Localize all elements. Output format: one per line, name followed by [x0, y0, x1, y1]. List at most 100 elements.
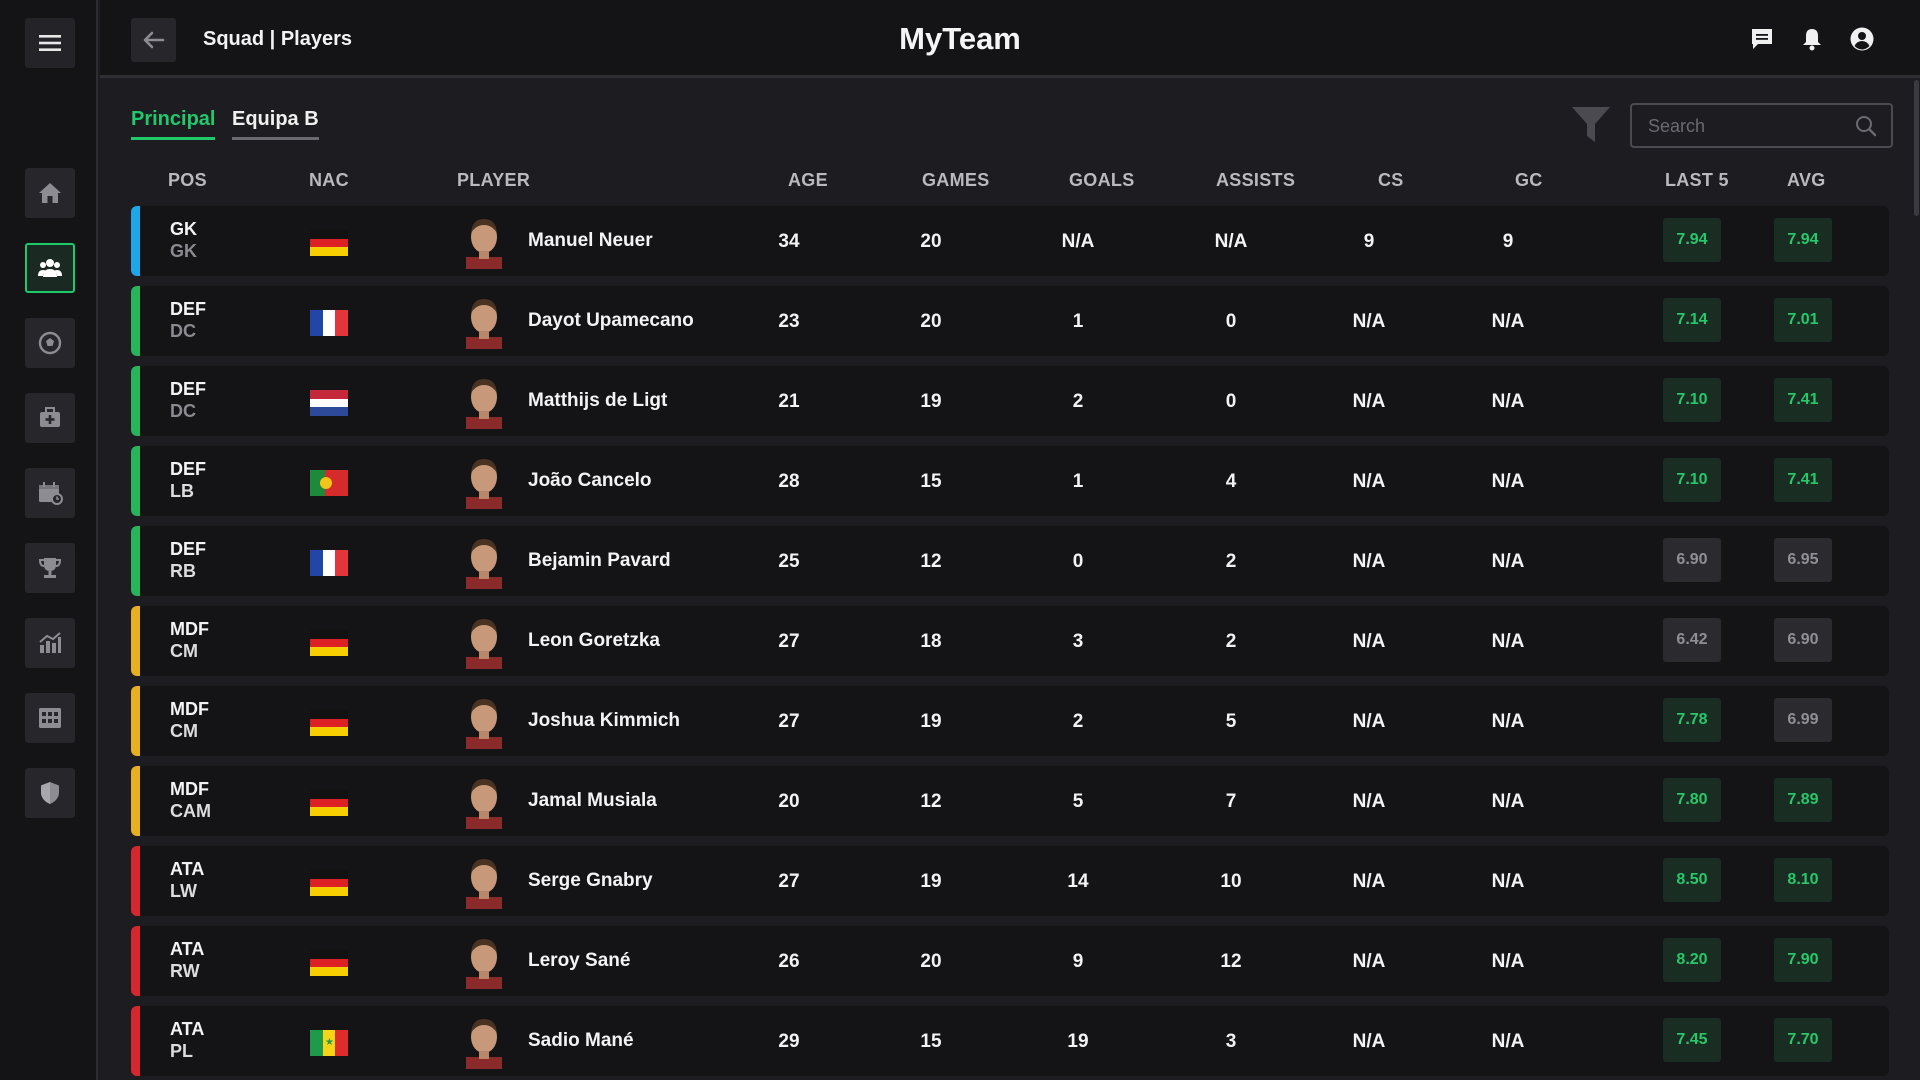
- cs-cell: N/A: [1352, 951, 1386, 972]
- position-group: MDF: [170, 699, 209, 719]
- player-name[interactable]: Matthijs de Ligt: [528, 390, 667, 412]
- germany-flag-icon: [310, 790, 348, 816]
- gc-cell: 9: [1502, 231, 1514, 252]
- avg-rating-badge: 8.10: [1774, 858, 1832, 902]
- age-cell: 27: [778, 711, 800, 732]
- sidebar-item-grid[interactable]: [25, 693, 75, 743]
- notifications-button[interactable]: [1797, 24, 1827, 54]
- table-row[interactable]: MDF CM Joshua Kimmich 27 19 2 5 N/A N/A 7.78 6.99: [131, 686, 1889, 756]
- player-avatar: [462, 853, 506, 909]
- last5-rating-badge: 7.94: [1663, 218, 1721, 262]
- player-name[interactable]: Serge Gnabry: [528, 870, 653, 892]
- column-header-age[interactable]: AGE: [788, 170, 828, 191]
- age-cell: 23: [778, 311, 800, 332]
- age-cell: 26: [778, 951, 800, 972]
- table-row[interactable]: MDF CM Leon Goretzka 27 18 3 2 N/A N/A 6.42 6.90: [131, 606, 1889, 676]
- search-icon[interactable]: [1855, 115, 1877, 137]
- column-header-player[interactable]: PLAYER: [457, 170, 530, 191]
- france-flag-icon: [310, 310, 348, 336]
- column-header-games[interactable]: GAMES: [922, 170, 990, 191]
- column-header-cs[interactable]: CS: [1378, 170, 1404, 191]
- position-color-bar: [131, 206, 140, 276]
- gc-cell: N/A: [1491, 311, 1525, 332]
- player-name[interactable]: Joshua Kimmich: [528, 710, 680, 732]
- sidebar-item-medical[interactable]: [25, 393, 75, 443]
- gc-cell: N/A: [1491, 951, 1525, 972]
- position-color-bar: [131, 286, 140, 356]
- player-name[interactable]: Leroy Sané: [528, 950, 630, 972]
- player-name[interactable]: Dayot Upamecano: [528, 310, 694, 332]
- sidebar-item-club[interactable]: [25, 768, 75, 818]
- player-name[interactable]: João Cancelo: [528, 470, 652, 492]
- position-group: GK: [170, 219, 197, 239]
- table-row[interactable]: DEF LB João Cancelo 28 15 1 4 N/A N/A 7.10 7.41: [131, 446, 1889, 516]
- column-header-avg[interactable]: AVG: [1787, 170, 1826, 191]
- tab-principal[interactable]: Principal: [131, 108, 216, 140]
- sidebar-item-home[interactable]: [25, 168, 75, 218]
- column-header-pos[interactable]: POS: [168, 170, 207, 191]
- age-cell: 34: [778, 231, 800, 252]
- portugal-flag-icon: [310, 470, 348, 496]
- table-row[interactable]: ATA LW Serge Gnabry 27 19 14 10 N/A N/A 8.50 8.10: [131, 846, 1889, 916]
- hamburger-menu-button[interactable]: [25, 18, 75, 68]
- scrollbar[interactable]: [1914, 80, 1919, 216]
- player-avatar: [462, 933, 506, 989]
- sidebar-item-calendar[interactable]: [25, 468, 75, 518]
- column-header-last5[interactable]: LAST 5: [1665, 170, 1729, 191]
- position-color-bar: [131, 686, 140, 756]
- player-name[interactable]: Bejamin Pavard: [528, 550, 671, 572]
- avg-rating-badge: 6.90: [1774, 618, 1832, 662]
- sidebar-item-players[interactable]: [25, 243, 75, 293]
- games-cell: 15: [920, 1031, 942, 1052]
- table-header: POS NAC PLAYER AGE GAMES GOALS ASSISTS C…: [131, 170, 1889, 194]
- games-cell: 19: [920, 871, 942, 892]
- sidebar-item-statistics[interactable]: [25, 618, 75, 668]
- hamburger-icon: [39, 35, 61, 51]
- filter-button[interactable]: [1570, 104, 1612, 146]
- player-name[interactable]: Sadio Mané: [528, 1030, 634, 1052]
- player-name[interactable]: Manuel Neuer: [528, 230, 653, 252]
- position-group: MDF: [170, 779, 209, 799]
- table-row[interactable]: DEF RB Bejamin Pavard 25 12 0 2 N/A N/A 6.90 6.95: [131, 526, 1889, 596]
- assists-cell: 2: [1225, 551, 1237, 572]
- goals-cell: 14: [1067, 871, 1089, 892]
- games-cell: 19: [920, 711, 942, 732]
- player-avatar: [462, 693, 506, 749]
- column-header-nac[interactable]: NAC: [309, 170, 349, 191]
- column-header-goals[interactable]: GOALS: [1069, 170, 1135, 191]
- age-cell: 29: [778, 1031, 800, 1052]
- search-input[interactable]: [1648, 115, 1848, 137]
- stats-chart-icon: [39, 632, 61, 653]
- position-group: ATA: [170, 939, 205, 959]
- table-row[interactable]: DEF DC Dayot Upamecano 23 20 1 0 N/A N/A 7.14 7.01: [131, 286, 1889, 356]
- table-row[interactable]: DEF DC Matthijs de Ligt 21 19 2 0 N/A N/A 7.10 7.4…: [131, 366, 1889, 436]
- sidebar-item-matches[interactable]: [25, 318, 75, 368]
- player-name[interactable]: Leon Goretzka: [528, 630, 660, 652]
- table-row[interactable]: GK GK Manuel Neuer 34 20 N/A N/A 9 9 7.94 7.94: [131, 206, 1889, 276]
- table-row[interactable]: ATA RW Leroy Sané 26 20 9 12 N/A N/A 8.20 7.90: [131, 926, 1889, 996]
- profile-button[interactable]: [1847, 24, 1877, 54]
- goals-cell: 0: [1072, 551, 1084, 572]
- games-cell: 12: [920, 551, 942, 572]
- medical-kit-icon: [40, 407, 60, 427]
- column-header-gc[interactable]: GC: [1515, 170, 1543, 191]
- player-name[interactable]: Jamal Musiala: [528, 790, 657, 812]
- table-row[interactable]: ATA PL ★ Sadio Mané 29 15 19 3 N/A N/A 7.45 7.70: [131, 1006, 1889, 1076]
- avg-rating-badge: 7.01: [1774, 298, 1832, 342]
- position-group: DEF: [170, 459, 206, 479]
- column-header-assists[interactable]: ASSISTS: [1216, 170, 1295, 191]
- position-group: MDF: [170, 619, 209, 639]
- position-role: DC: [170, 401, 196, 421]
- cs-cell: N/A: [1352, 871, 1386, 892]
- germany-flag-icon: [310, 630, 348, 656]
- tab-equipa-b[interactable]: Equipa B: [232, 108, 319, 140]
- sidebar-item-trophies[interactable]: [25, 543, 75, 593]
- table-row[interactable]: MDF CAM Jamal Musiala 20 12 5 7 N/A N/A 7.80 7.89: [131, 766, 1889, 836]
- age-cell: 27: [778, 871, 800, 892]
- messages-button[interactable]: [1747, 24, 1777, 54]
- position-group: ATA: [170, 859, 205, 879]
- ball-icon: [38, 331, 62, 355]
- cs-cell: N/A: [1352, 631, 1386, 652]
- chat-icon: [1752, 29, 1772, 49]
- goals-cell: 2: [1072, 711, 1084, 732]
